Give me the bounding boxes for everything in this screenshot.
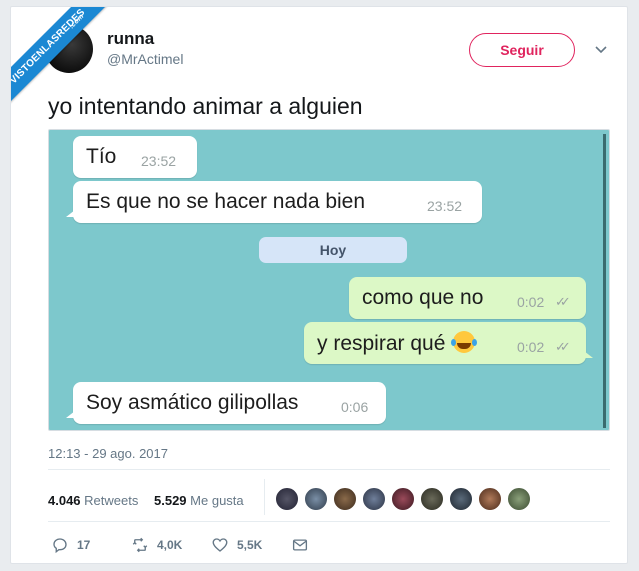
divider <box>48 469 610 470</box>
liker-avatar[interactable] <box>507 487 531 511</box>
user-handle[interactable]: @MrActimel <box>107 51 183 67</box>
date-divider: Hoy <box>259 237 407 263</box>
chat-message-incoming: Soy asmático gilipollas 0:06 <box>66 382 386 424</box>
liker-avatar[interactable] <box>362 487 386 511</box>
bubble-tail <box>584 351 593 358</box>
chat-message-incoming: Es que no se hacer nada bien 23:52 <box>66 181 482 223</box>
retweets-label[interactable]: Retweets <box>84 493 138 508</box>
tweet-text: yo intentando animar a alguien <box>48 93 363 119</box>
tweet-card: VISTOENLASREDES .com runna @MrActimel Se… <box>10 6 628 564</box>
liker-avatar[interactable] <box>304 487 328 511</box>
double-check-icon: ✓✓ <box>555 339 571 354</box>
retweets-count[interactable]: 4.046 <box>48 493 81 508</box>
likes-count[interactable]: 5.529 <box>154 493 187 508</box>
message-time: 0:02 <box>517 339 545 355</box>
reply-count: 17 <box>77 538 91 552</box>
message-text-content: y respirar qué <box>317 332 446 355</box>
chat-message-outgoing: y respirar qué 0:02 ✓✓ <box>304 322 593 364</box>
divider <box>48 521 610 522</box>
liker-avatar[interactable] <box>420 487 444 511</box>
message-time: 0:06 <box>341 399 369 415</box>
message-time: 0:02 <box>517 294 545 310</box>
message-button[interactable] <box>291 535 309 555</box>
tweet-stats: 4.046 Retweets 5.529 Me gusta <box>48 493 244 508</box>
like-button[interactable]: 5,5K <box>211 535 262 555</box>
message-time: 23:52 <box>141 153 177 169</box>
liker-avatar[interactable] <box>478 487 502 511</box>
chat-message-incoming: Tío 23:52 <box>73 136 197 178</box>
tweet-timestamp[interactable]: 12:13 - 29 ago. 2017 <box>48 446 168 461</box>
heart-icon <box>212 538 228 552</box>
message-text: Tío <box>86 145 117 168</box>
liker-avatar[interactable] <box>275 487 299 511</box>
reply-button[interactable]: 17 <box>51 535 90 555</box>
bubble-tail <box>66 210 75 217</box>
laughing-emoji-icon <box>451 331 476 353</box>
chat-message-outgoing: como que no 0:02 ✓✓ <box>349 277 586 319</box>
display-name[interactable]: runna <box>107 29 154 49</box>
retweet-icon <box>132 537 148 553</box>
message-text: como que no <box>362 286 484 309</box>
retweet-count: 4,0K <box>157 538 183 552</box>
chat-scrollbar <box>603 134 606 428</box>
reply-icon <box>53 538 67 554</box>
bubble-tail <box>66 411 75 418</box>
liker-avatar[interactable] <box>449 487 473 511</box>
message-text: y respirar qué <box>317 331 476 356</box>
follow-button[interactable]: Seguir <box>469 33 575 67</box>
chevron-down-icon[interactable] <box>593 41 609 57</box>
stats-separator <box>264 479 265 515</box>
message-time: 23:52 <box>427 198 463 214</box>
double-check-icon: ✓✓ <box>555 294 571 309</box>
envelope-icon <box>292 539 308 551</box>
message-text: Es que no se hacer nada bien <box>86 190 366 213</box>
retweet-button[interactable]: 4,0K <box>131 535 182 555</box>
like-count: 5,5K <box>237 538 263 552</box>
tweet-media-image[interactable]: Tío 23:52 Es que no se hacer nada bien 2… <box>48 129 610 431</box>
likes-label[interactable]: Me gusta <box>190 493 243 508</box>
liker-avatar[interactable] <box>391 487 415 511</box>
liker-avatar[interactable] <box>333 487 357 511</box>
message-text: Soy asmático gilipollas <box>86 391 299 414</box>
